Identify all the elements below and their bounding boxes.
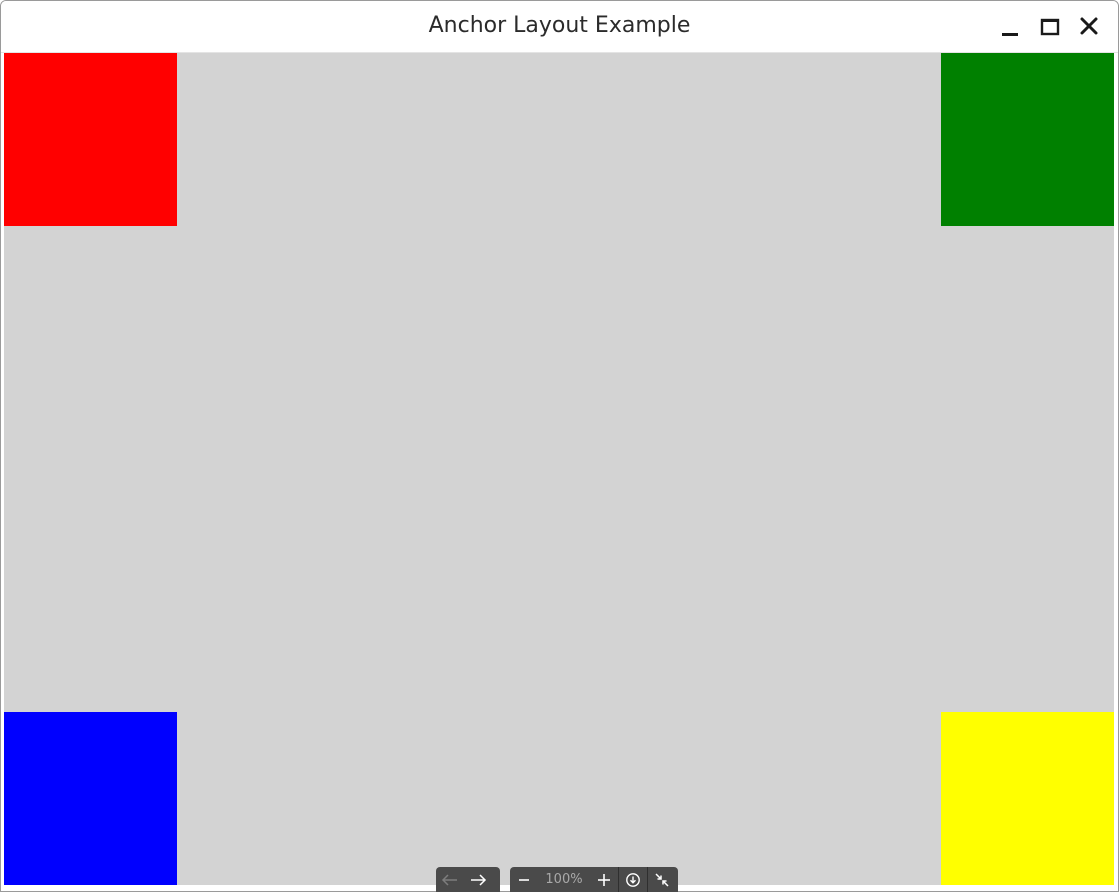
download-icon — [625, 872, 641, 888]
minimize-icon — [996, 13, 1024, 41]
minimize-button[interactable] — [996, 13, 1024, 41]
arrow-right-icon — [468, 873, 488, 887]
minus-icon — [517, 873, 531, 887]
square-top-left — [4, 53, 177, 226]
zoom-out-button[interactable] — [510, 867, 538, 892]
download-button[interactable] — [619, 867, 647, 892]
collapse-icon — [654, 872, 670, 888]
forward-button[interactable] — [464, 867, 492, 892]
maximize-icon — [1036, 13, 1064, 41]
zoom-toolbar: 100% — [510, 867, 678, 892]
back-button[interactable] — [436, 867, 464, 892]
arrow-left-icon — [440, 873, 460, 887]
square-top-right — [941, 53, 1114, 226]
zoom-in-button[interactable] — [590, 867, 618, 892]
close-button[interactable] — [1075, 13, 1103, 41]
title-bar[interactable]: Anchor Layout Example — [1, 1, 1118, 53]
collapse-button[interactable] — [648, 867, 676, 892]
anchor-layout-area — [4, 53, 1114, 885]
maximize-button[interactable] — [1036, 13, 1064, 41]
app-window: Anchor Layout Example — [0, 0, 1119, 892]
history-toolbar — [436, 867, 500, 892]
close-icon — [1075, 13, 1103, 41]
zoom-level: 100% — [545, 872, 583, 887]
square-bottom-left — [4, 712, 177, 885]
window-title: Anchor Layout Example — [428, 13, 691, 38]
square-bottom-right — [941, 712, 1114, 885]
plus-icon — [597, 873, 611, 887]
